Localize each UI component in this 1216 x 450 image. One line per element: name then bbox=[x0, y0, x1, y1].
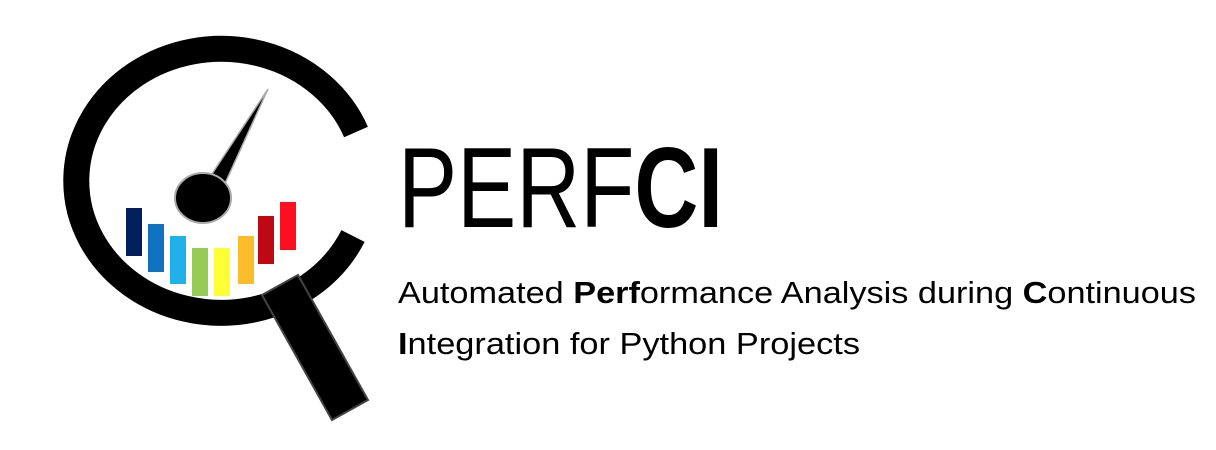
tagline-line-2: Integration for Python Projects bbox=[398, 326, 860, 361]
tagline-segment: I bbox=[398, 326, 408, 361]
tagline-line-1: Automated Perf ormance Analysis during Co… bbox=[398, 275, 1196, 310]
title-light: PERF bbox=[398, 125, 634, 252]
tagline-segment: Automated bbox=[398, 275, 573, 310]
tagline-segment: ontinuous bbox=[1047, 275, 1196, 310]
title: PERFCI bbox=[398, 125, 723, 252]
tagline-segment: Perf bbox=[573, 275, 640, 310]
tagline-segment: ntegration for Python Projects bbox=[408, 326, 860, 361]
bar-6 bbox=[238, 236, 254, 284]
title-bold: CI bbox=[634, 125, 723, 252]
bar-8 bbox=[280, 202, 296, 250]
gauge-hub bbox=[174, 172, 232, 224]
perfci-logo: PERFCI Automated Perf ormance Analysis du… bbox=[63, 35, 1196, 422]
bar-7 bbox=[258, 216, 274, 264]
bar-5 bbox=[214, 248, 230, 296]
bar-2 bbox=[148, 224, 164, 272]
bar-1 bbox=[126, 208, 142, 256]
gauge-needle bbox=[206, 88, 269, 192]
bar-4 bbox=[192, 248, 208, 296]
tagline-segment: C bbox=[1023, 275, 1048, 310]
tagline-segment: ormance Analysis during bbox=[640, 275, 1023, 310]
magnifier-gauge-icon bbox=[63, 35, 370, 422]
bar-3 bbox=[170, 236, 186, 284]
